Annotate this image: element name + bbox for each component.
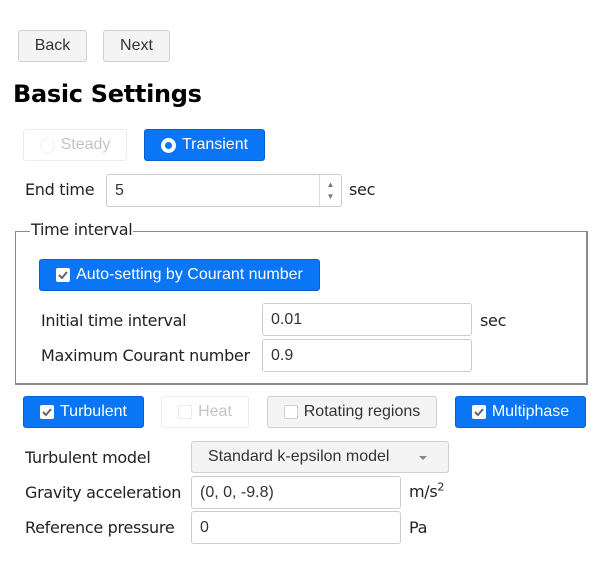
radio-checked-icon <box>160 137 176 153</box>
next-button-label: Next <box>120 37 153 54</box>
end-time-value: 5 <box>115 181 124 199</box>
end-time-spinner[interactable]: ▲ ▼ <box>319 175 341 206</box>
reference-pressure-label: Reference pressure <box>25 518 175 537</box>
gravity-value: (0, 0, -9.8) <box>200 483 274 501</box>
end-time-input[interactable]: 5 ▲ ▼ <box>106 174 342 207</box>
turbulent-label: Turbulent <box>60 403 127 420</box>
chevron-down-icon <box>419 456 427 460</box>
checkbox-unchecked-icon <box>283 405 298 419</box>
auto-setting-label: Auto-setting by Courant number <box>76 266 303 283</box>
multiphase-label: Multiphase <box>491 403 570 420</box>
max-courant-label: Maximum Courant number <box>41 346 250 365</box>
reference-pressure-input[interactable]: 0 <box>191 511 401 544</box>
end-time-label: End time <box>25 180 95 199</box>
initial-time-interval-input[interactable]: 0.01 <box>262 303 472 336</box>
gravity-unit-exponent: 2 <box>437 480 445 494</box>
reference-pressure-value: 0 <box>200 518 209 536</box>
radio-unchecked-icon <box>39 137 55 153</box>
back-button[interactable]: Back <box>18 30 87 62</box>
steady-label: Steady <box>60 136 111 153</box>
next-button[interactable]: Next <box>103 30 170 62</box>
page-title: Basic Settings <box>13 80 202 108</box>
max-courant-value: 0.9 <box>271 346 294 364</box>
checkbox-checked-icon <box>40 405 54 419</box>
rotating-regions-toggle[interactable]: Rotating regions <box>267 396 437 428</box>
checkbox-checked-icon <box>56 268 71 282</box>
heat-label: Heat <box>198 403 232 420</box>
spinner-down-icon[interactable]: ▼ <box>327 191 335 203</box>
max-courant-input[interactable]: 0.9 <box>262 339 472 372</box>
transient-label: Transient <box>181 136 249 153</box>
checkbox-checked-icon <box>471 405 486 419</box>
auto-setting-courant-toggle[interactable]: Auto-setting by Courant number <box>39 259 320 291</box>
gravity-unit-base: m/s <box>409 482 438 501</box>
checkbox-unchecked-icon <box>178 405 193 419</box>
transient-radio-button[interactable]: Transient <box>144 129 265 161</box>
initial-time-interval-value: 0.01 <box>271 310 303 328</box>
reference-pressure-unit: Pa <box>409 518 428 537</box>
end-time-unit: sec <box>349 180 376 199</box>
turbulent-toggle[interactable]: Turbulent <box>23 396 144 428</box>
gravity-label: Gravity acceleration <box>25 483 182 502</box>
gravity-input[interactable]: (0, 0, -9.8) <box>191 476 401 509</box>
multiphase-toggle[interactable]: Multiphase <box>455 396 586 428</box>
initial-time-interval-unit: sec <box>480 311 507 330</box>
rotating-regions-label: Rotating regions <box>303 403 421 420</box>
time-interval-legend: Time interval <box>30 220 134 239</box>
heat-toggle[interactable]: Heat <box>161 396 249 428</box>
spinner-up-icon[interactable]: ▲ <box>327 179 335 191</box>
turbulent-model-select[interactable]: Standard k-epsilon model <box>191 441 449 473</box>
back-button-label: Back <box>34 37 71 54</box>
gravity-unit: m/s2 <box>409 482 444 501</box>
turbulent-model-label: Turbulent model <box>25 448 151 467</box>
steady-radio-button[interactable]: Steady <box>23 129 127 161</box>
turbulent-model-value: Standard k-epsilon model <box>208 448 390 465</box>
initial-time-interval-label: Initial time interval <box>41 311 187 330</box>
